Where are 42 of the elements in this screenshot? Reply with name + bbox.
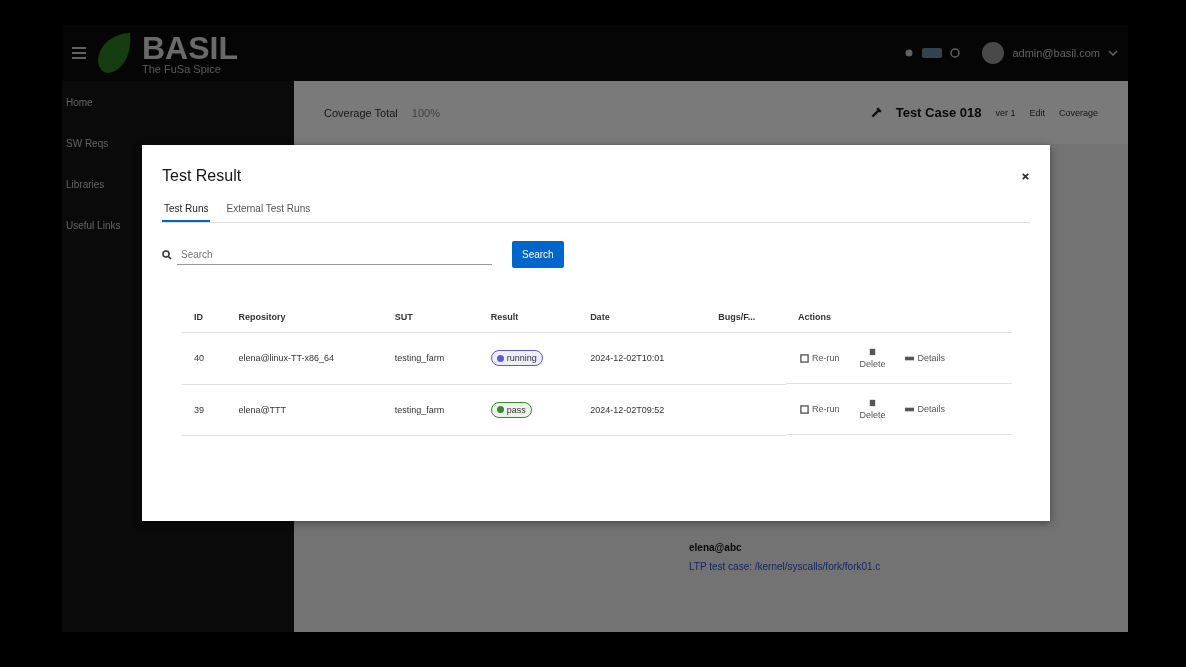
close-icon[interactable]	[1021, 171, 1030, 181]
rerun-button[interactable]: Re-run	[797, 402, 842, 416]
search-icon	[162, 249, 172, 260]
details-button[interactable]: Details	[903, 402, 947, 416]
author-text: elena@abc	[689, 542, 743, 553]
coverage-label: Coverage Total	[324, 106, 398, 119]
test-case-tag[interactable]: Coverage	[1058, 107, 1098, 118]
table-cell: 39	[194, 404, 204, 415]
table-cell: elena@linux-TT-x86_64	[238, 353, 335, 364]
result-label: running	[490, 350, 543, 367]
avatar-icon	[982, 42, 1005, 64]
delete-button[interactable]: Delete	[857, 396, 888, 422]
details-button[interactable]: Details	[903, 351, 947, 365]
delete-button[interactable]: Delete	[857, 345, 888, 371]
column-header[interactable]: Date	[590, 312, 610, 322]
table-cell: 2024-12-02T09:52	[590, 404, 665, 415]
test-case-tag[interactable]: Edit	[1029, 107, 1045, 118]
dialog-title: Test Result	[162, 167, 242, 185]
test-case-title: Test Case 018	[895, 105, 982, 120]
dialog-tab[interactable]: Test Runs	[162, 197, 211, 222]
brand-name: BASIL	[142, 31, 238, 64]
menu-icon[interactable]	[72, 47, 86, 59]
column-header[interactable]: ID	[194, 312, 203, 322]
rerun-button[interactable]: Re-run	[797, 351, 842, 365]
dialog-tab[interactable]: External Test Runs	[224, 197, 313, 222]
table-cell: 40	[194, 353, 204, 364]
column-header[interactable]: SUT	[394, 312, 413, 322]
result-label: pass	[490, 401, 532, 418]
caret-icon[interactable]	[1108, 50, 1118, 56]
table-cell: elena@TTT	[238, 404, 287, 415]
wrench-icon	[869, 106, 882, 119]
toggle-icon[interactable]	[922, 48, 943, 58]
column-header[interactable]: Result	[490, 312, 519, 322]
brand-tagline: The FuSa Spice	[142, 63, 222, 75]
column-header[interactable]: Repository	[238, 312, 286, 322]
column-header[interactable]: Bugs/F...	[718, 312, 756, 322]
search-button[interactable]: Search	[512, 241, 564, 268]
table-cell: testing_farm	[394, 353, 445, 364]
table-cell: testing_farm	[394, 404, 445, 415]
test-case-tag[interactable]: ver 1	[995, 107, 1016, 118]
column-header[interactable]: Actions	[797, 312, 831, 322]
table-cell: 2024-12-02T10:01	[590, 353, 665, 364]
